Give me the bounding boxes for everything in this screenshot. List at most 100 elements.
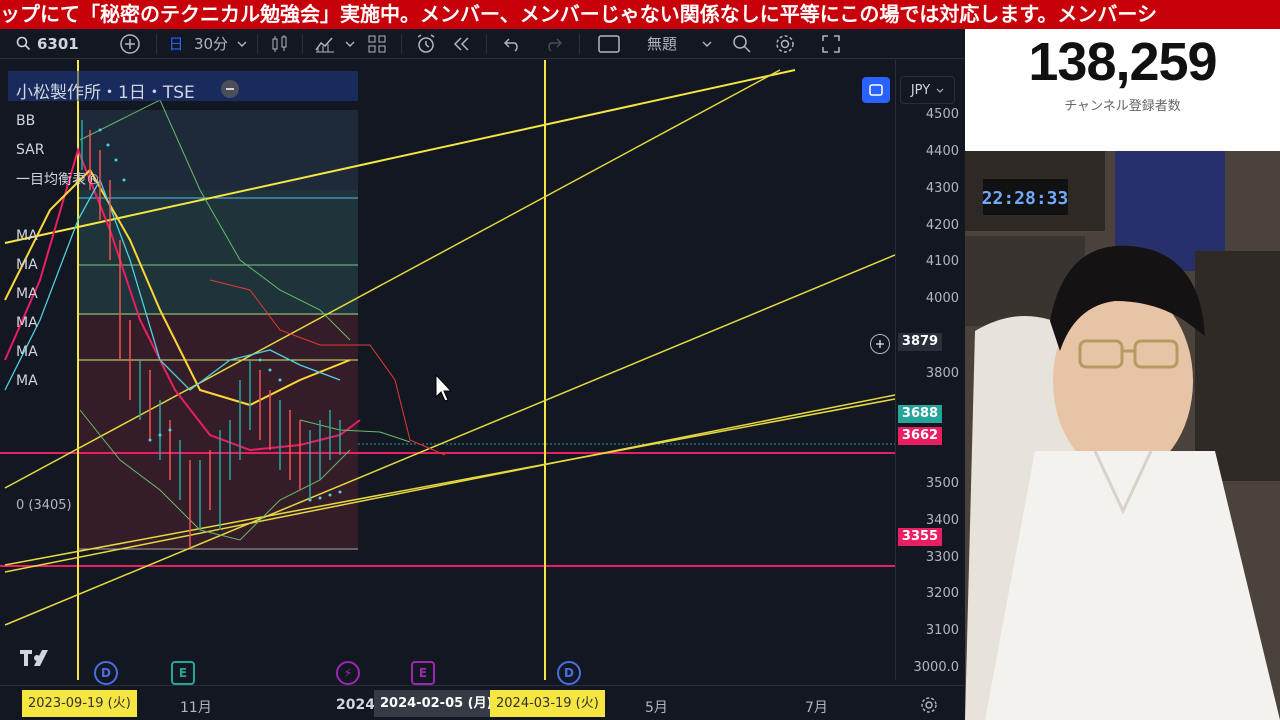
subscriber-count: 138,259 — [1028, 32, 1217, 92]
sync-icon — [869, 84, 883, 96]
sync-button[interactable] — [862, 77, 890, 103]
indicator-label[interactable]: 一目均衡表® — [16, 169, 100, 189]
vertical-line-date-tag: 2023-09-19 (火) — [22, 690, 137, 717]
dividend-event-icon[interactable]: D — [557, 661, 581, 685]
layout-dropdown[interactable] — [692, 29, 722, 59]
price-tick: 3400 — [925, 513, 959, 528]
divider — [302, 33, 303, 54]
divider — [579, 33, 580, 54]
split-event-icon[interactable]: ⚡ — [336, 661, 360, 685]
indicator-label[interactable]: MA — [16, 228, 38, 244]
templates-icon — [368, 35, 386, 52]
candles-icon — [272, 34, 287, 52]
webcam-image: 22:28:33 — [965, 151, 1280, 720]
replay-button[interactable] — [444, 29, 480, 59]
price-tick: 4400 — [925, 144, 959, 159]
top-toolbar: 6301 日 30分 無題 — [0, 29, 965, 59]
interval-day-button[interactable]: 日 — [163, 29, 189, 59]
search-icon — [733, 34, 751, 53]
layout-button[interactable] — [586, 29, 632, 59]
earnings-event-icon[interactable]: E — [411, 661, 435, 685]
layout-icon — [598, 34, 620, 53]
line-price-tag: 3355 — [898, 528, 942, 546]
symbol-search-button[interactable]: 6301 — [0, 29, 110, 59]
price-tick: 3500 — [925, 476, 959, 491]
chevron-down-icon — [702, 41, 712, 47]
price-tick: 3800 — [925, 366, 959, 381]
quick-search-button[interactable] — [722, 29, 762, 59]
chart-settings-button[interactable] — [920, 696, 938, 718]
indicator-label[interactable]: MA — [16, 286, 38, 302]
undo-button[interactable] — [493, 29, 533, 59]
price-tick: 4100 — [925, 254, 959, 269]
interval-button[interactable]: 30分 — [189, 29, 233, 59]
indicator-label[interactable]: SAR — [16, 142, 44, 158]
chevron-down-icon — [345, 41, 355, 47]
price-tick: 3000.0 — [913, 660, 960, 675]
settings-icon — [776, 34, 794, 53]
price-tick: 3300 — [925, 550, 959, 565]
minus-icon — [226, 88, 234, 90]
plus-icon — [876, 340, 884, 348]
indicator-label[interactable]: MA — [16, 315, 38, 331]
interval-day-label: 日 — [168, 35, 184, 53]
subscriber-panel: 138,259 チャンネル登録者数 — [965, 29, 1280, 151]
indicator-label[interactable]: MA — [16, 344, 38, 360]
price-tick: 4300 — [925, 181, 959, 196]
fullscreen-button[interactable] — [808, 29, 854, 59]
alert-button[interactable] — [408, 29, 444, 59]
chevron-down-icon — [237, 41, 247, 47]
subscriber-label: チャンネル登録者数 — [1064, 99, 1181, 114]
symbol-label: 6301 — [37, 34, 79, 53]
add-alert-button[interactable] — [870, 334, 890, 354]
interval-dropdown[interactable] — [233, 29, 251, 59]
divider — [486, 33, 487, 54]
price-tick: 4500 — [925, 107, 959, 122]
mouse-cursor-icon — [435, 373, 453, 402]
stream-overlay: 138,259 チャンネル登録者数 22:28:33 — [965, 29, 1280, 720]
compare-button[interactable] — [110, 29, 150, 59]
templates-button[interactable] — [359, 29, 395, 59]
indicators-button[interactable] — [309, 29, 341, 59]
redo-button[interactable] — [533, 29, 573, 59]
indicators-icon — [315, 37, 334, 52]
tradingview-logo-icon — [20, 650, 48, 666]
chart-app: 6301 日 30分 無題 小松製作所・1日・TSE BB SAR 一目均衡表®… — [0, 29, 965, 720]
time-tick: 2024 — [336, 697, 375, 713]
alert-icon — [417, 33, 435, 53]
time-tick: 5月 — [645, 700, 668, 716]
layout-name-button[interactable]: 無題 — [632, 29, 692, 59]
settings-button[interactable] — [762, 29, 808, 59]
replay-icon — [453, 36, 469, 51]
ticker-banner: ップにて「秘密のテクニカル勉強会」実施中。メンバー、メンバーじゃない関係なしに平… — [0, 0, 1280, 29]
time-tick: 11月 — [180, 700, 212, 716]
earnings-event-icon[interactable]: E — [171, 661, 195, 685]
indicators-dropdown[interactable] — [341, 29, 359, 59]
price-tick: 4200 — [925, 218, 959, 233]
dividend-event-icon[interactable]: D — [94, 661, 118, 685]
webcam-feed: 22:28:33 — [965, 151, 1280, 720]
chart-title: 小松製作所・1日・TSE — [16, 83, 195, 103]
vertical-line-date-tag: 2024-03-19 (火) — [490, 690, 605, 717]
chart-canvas[interactable] — [0, 60, 895, 680]
fib-level-label: 0 (3405) — [16, 498, 72, 513]
fullscreen-icon — [822, 34, 840, 53]
time-axis[interactable]: 2023-09-19 (火) 11月 2024 2024-02-05 (月) 2… — [0, 685, 965, 720]
legend-collapse-button[interactable] — [221, 80, 239, 98]
chart-type-button[interactable] — [264, 29, 296, 59]
search-icon — [16, 36, 31, 51]
layout-name: 無題 — [646, 35, 677, 53]
divider — [257, 33, 258, 54]
divider — [401, 33, 402, 54]
price-axis[interactable]: 4500 4400 4300 4200 4100 4000 3800 3500 … — [895, 60, 965, 680]
gear-icon — [921, 697, 937, 713]
webcam-clock: 22:28:33 — [982, 188, 1069, 209]
line-price-tag: 3662 — [898, 427, 942, 445]
indicator-label[interactable]: BB — [16, 113, 35, 129]
price-tick: 4000 — [925, 291, 959, 306]
divider — [156, 33, 157, 54]
indicator-label[interactable]: MA — [16, 373, 38, 389]
price-tick: 3200 — [925, 586, 959, 601]
undo-icon — [504, 37, 518, 52]
indicator-label[interactable]: MA — [16, 257, 38, 273]
